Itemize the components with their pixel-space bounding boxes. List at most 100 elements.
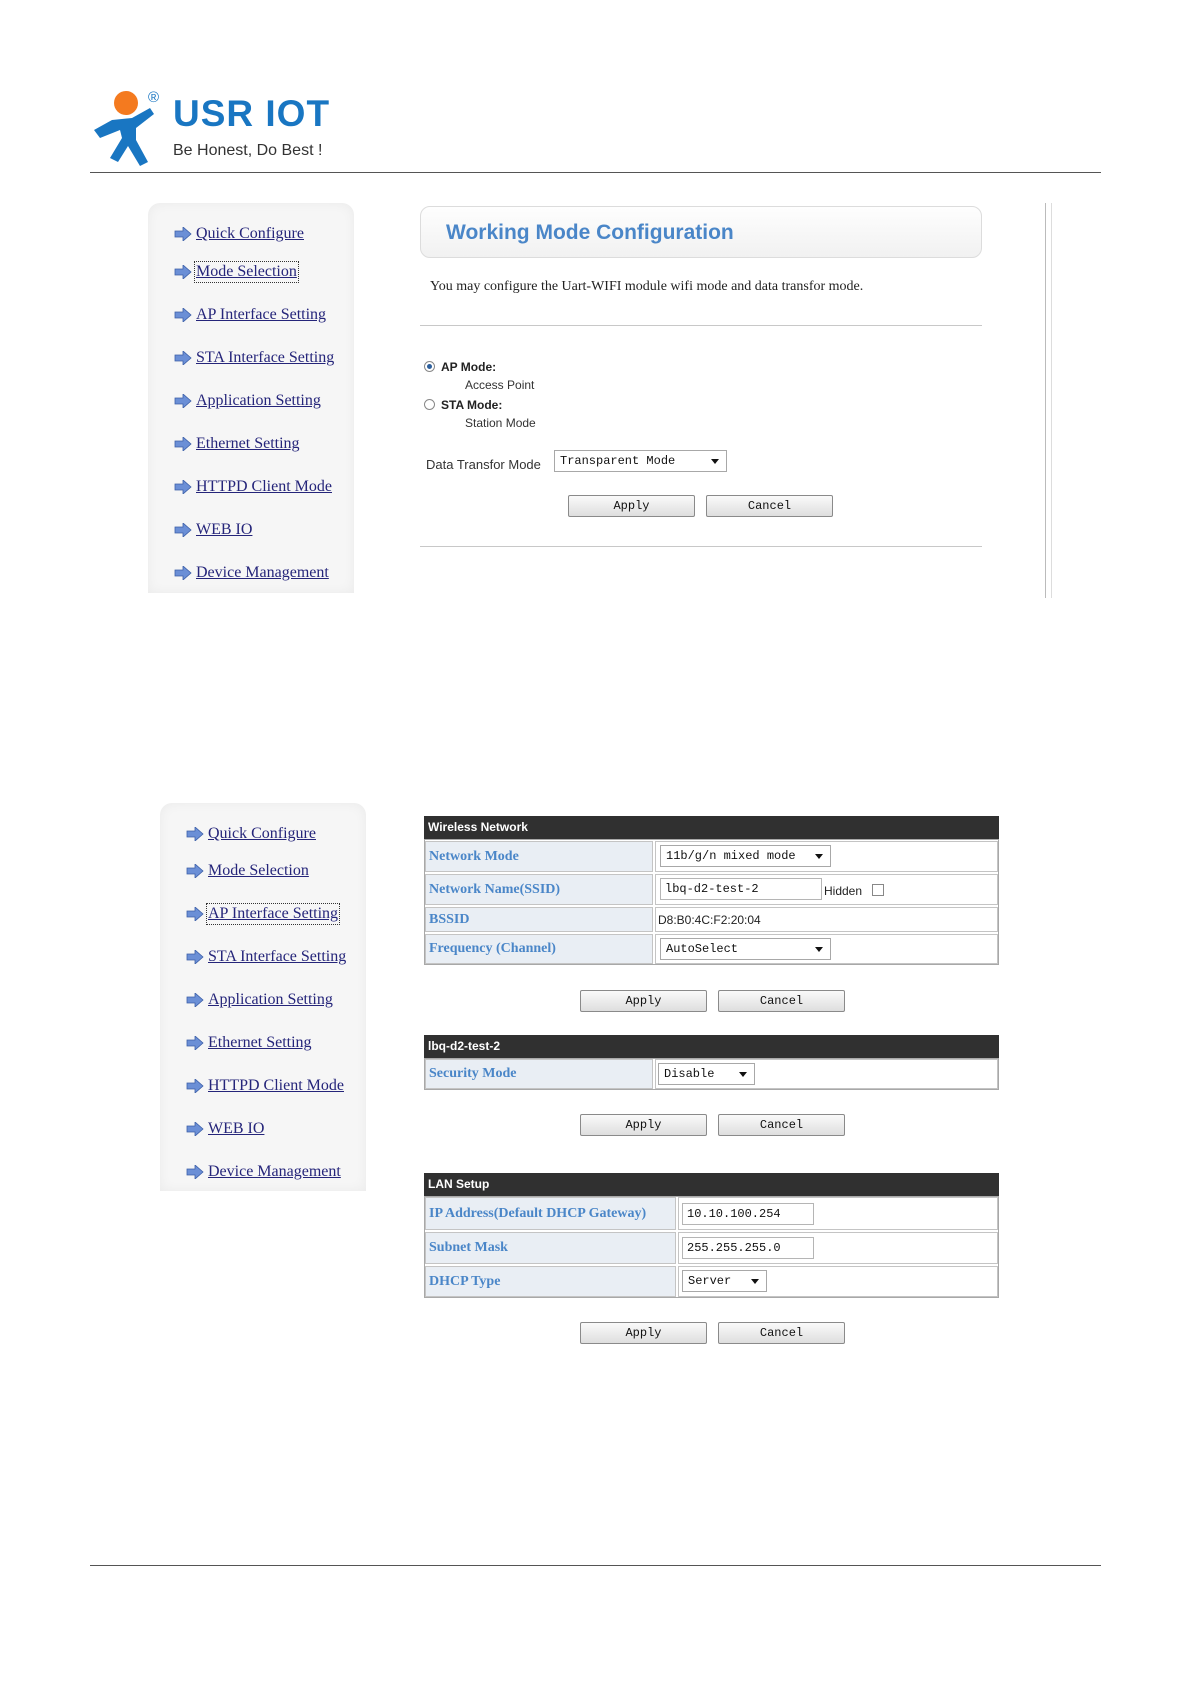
hidden-checkbox[interactable] (872, 884, 884, 896)
arrow-right-icon (186, 1122, 204, 1136)
security-mode-select[interactable]: Disable (658, 1063, 755, 1085)
sidebar-item-label: AP Interface Setting (205, 903, 341, 925)
security-cancel-button[interactable]: Cancel (718, 1114, 845, 1136)
sidebar-item-application[interactable]: Application Setting (186, 991, 333, 1009)
frequency-value: AutoSelect (666, 942, 739, 956)
lan-cancel-button[interactable]: Cancel (718, 1322, 845, 1344)
sidebar-top: Quick Configure Mode Selection AP Interf… (148, 203, 354, 593)
sidebar-item-mode-selection[interactable]: Mode Selection (186, 862, 309, 880)
arrow-right-icon (174, 480, 192, 494)
arrow-right-icon (186, 1079, 204, 1093)
arrow-right-icon (174, 437, 192, 451)
sidebar-item-quick-configure[interactable]: Quick Configure (186, 825, 316, 843)
sidebar-item-web-io[interactable]: WEB IO (186, 1120, 264, 1138)
brand-name: USR IOT (173, 93, 331, 134)
sidebar-item-label: Ethernet Setting (208, 1034, 312, 1051)
arrow-right-icon (186, 950, 204, 964)
apply-button[interactable]: Apply (568, 495, 695, 517)
sidebar-item-ethernet[interactable]: Ethernet Setting (186, 1034, 312, 1052)
ip-address-input[interactable]: 10.10.100.254 (682, 1203, 814, 1225)
cancel-button[interactable]: Cancel (706, 495, 833, 517)
wireless-network-header: Wireless Network (424, 816, 999, 839)
frequency-label: Frequency (Channel) (425, 934, 653, 964)
dhcp-type-label: DHCP Type (425, 1266, 676, 1297)
network-mode-label: Network Mode (425, 841, 653, 872)
sidebar-item-label: Mode Selection (208, 862, 309, 879)
sidebar-item-ethernet[interactable]: Ethernet Setting (174, 435, 300, 453)
page-description: You may configure the Uart-WIFI module w… (430, 279, 864, 294)
chevron-down-icon (815, 854, 823, 859)
arrow-right-icon (186, 827, 204, 841)
divider (420, 325, 982, 326)
arrow-right-icon (186, 993, 204, 1007)
hidden-label: Hidden (824, 884, 863, 898)
sidebar-item-mode-selection[interactable]: Mode Selection (174, 261, 299, 283)
sidebar-item-httpd-client[interactable]: HTTPD Client Mode (186, 1077, 344, 1095)
bssid-value: D8:B0:4C:F2:20:04 (658, 913, 761, 927)
lan-apply-button[interactable]: Apply (580, 1322, 707, 1344)
sidebar-item-label: Ethernet Setting (196, 435, 300, 452)
sidebar-item-label: Quick Configure (208, 825, 316, 842)
sidebar-item-label: WEB IO (196, 521, 253, 538)
subnet-mask-input[interactable]: 255.255.255.0 (682, 1237, 814, 1259)
ap-mode-radio[interactable] (424, 361, 435, 372)
arrow-right-icon (174, 308, 192, 322)
arrow-right-icon (174, 523, 192, 537)
sidebar-item-label: HTTPD Client Mode (196, 478, 332, 495)
sidebar-item-sta-interface[interactable]: STA Interface Setting (186, 948, 346, 966)
ssid-label: Network Name(SSID) (425, 874, 653, 905)
sidebar-item-label: HTTPD Client Mode (208, 1077, 344, 1094)
sidebar-item-label: AP Interface Setting (196, 306, 327, 323)
frequency-select[interactable]: AutoSelect (660, 938, 831, 960)
sidebar-item-quick-configure[interactable]: Quick Configure (174, 225, 304, 243)
sta-mode-label: STA Mode: (441, 398, 503, 412)
chevron-down-icon (739, 1072, 747, 1077)
divider (420, 546, 982, 547)
sidebar-item-device-management[interactable]: Device Management (186, 1163, 341, 1181)
brand-slogan: Be Honest, Do Best ! (173, 142, 323, 159)
sidebar-item-web-io[interactable]: WEB IO (174, 521, 252, 539)
data-transfer-label: Data Transfor Mode (426, 457, 541, 472)
wireless-apply-button[interactable]: Apply (580, 990, 707, 1012)
ssid-input[interactable]: lbq-d2-test-2 (660, 878, 822, 900)
arrow-right-icon (186, 1165, 204, 1179)
sidebar-item-ap-interface[interactable]: AP Interface Setting (174, 306, 326, 324)
chevron-down-icon (751, 1279, 759, 1284)
dhcp-type-value: Server (688, 1274, 732, 1288)
arrow-right-icon (174, 394, 192, 408)
sidebar-item-httpd-client[interactable]: HTTPD Client Mode (174, 478, 332, 496)
sidebar-item-label: Mode Selection (194, 261, 299, 283)
arrow-right-icon (174, 227, 192, 241)
sta-mode-radio[interactable] (424, 399, 435, 410)
security-mode-value: Disable (664, 1067, 715, 1081)
subnet-mask-label: Subnet Mask (425, 1232, 676, 1264)
sidebar-item-ap-interface[interactable]: AP Interface Setting (186, 903, 341, 925)
sta-mode-sub: Station Mode (465, 416, 536, 430)
sidebar-item-device-management[interactable]: Device Management (174, 564, 329, 582)
security-header: lbq-d2-test-2 (424, 1035, 999, 1058)
arrow-right-icon (174, 265, 192, 279)
arrow-right-icon (186, 1036, 204, 1050)
sidebar-item-sta-interface[interactable]: STA Interface Setting (174, 349, 334, 367)
sidebar-item-label: Quick Configure (196, 225, 304, 242)
security-apply-button[interactable]: Apply (580, 1114, 707, 1136)
chevron-down-icon (711, 459, 719, 464)
sidebar-item-label: STA Interface Setting (196, 349, 335, 366)
data-transfer-select[interactable]: Transparent Mode (554, 450, 727, 472)
sidebar-item-application[interactable]: Application Setting (174, 392, 321, 410)
chevron-down-icon (815, 947, 823, 952)
scrollbar[interactable] (1045, 203, 1052, 598)
network-mode-select[interactable]: 11b/g/n mixed mode (660, 845, 831, 867)
wireless-cancel-button[interactable]: Cancel (718, 990, 845, 1012)
sidebar-item-label: Application Setting (196, 392, 321, 409)
ap-mode-label: AP Mode: (441, 360, 497, 374)
registered-mark: ® (148, 89, 160, 106)
page-title: Working Mode Configuration (446, 221, 734, 244)
dhcp-type-select[interactable]: Server (682, 1270, 767, 1292)
data-transfer-value: Transparent Mode (560, 454, 676, 468)
security-mode-label: Security Mode (425, 1059, 653, 1089)
arrow-right-icon (186, 907, 204, 921)
arrow-right-icon (174, 351, 192, 365)
sidebar-bottom: Quick Configure Mode Selection AP Interf… (160, 803, 366, 1191)
arrow-right-icon (174, 566, 192, 580)
